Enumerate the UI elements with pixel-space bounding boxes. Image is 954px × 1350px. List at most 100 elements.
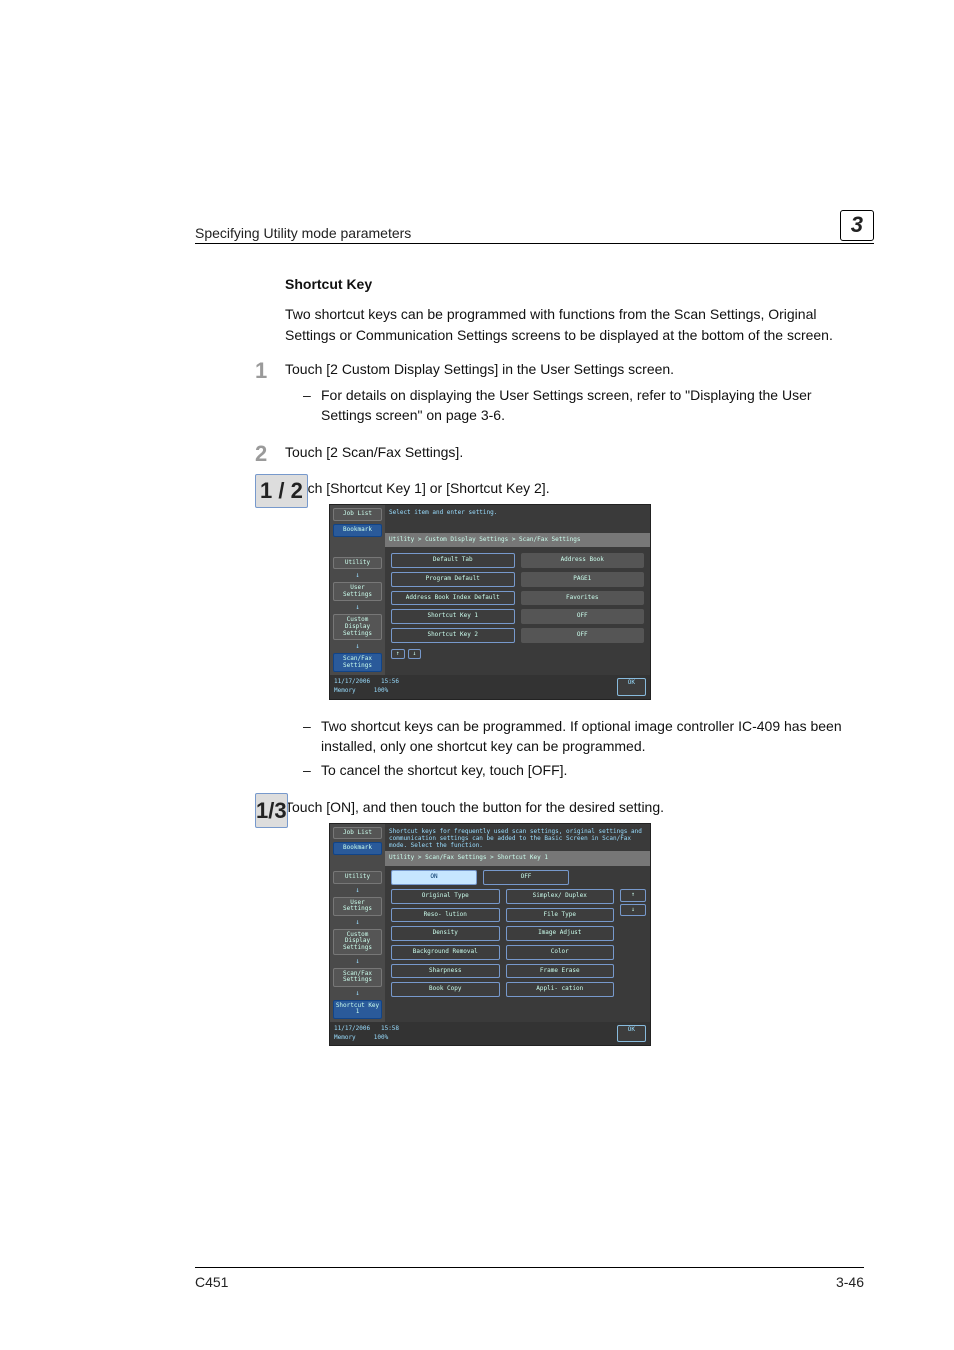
status-date: 11/17/2006 bbox=[334, 678, 370, 685]
bookmark-tab[interactable]: Bookmark bbox=[333, 524, 382, 537]
step: 1 Touch [2 Custom Display Settings] in t… bbox=[285, 359, 864, 426]
option-button[interactable]: Appli- cation bbox=[506, 982, 615, 997]
status-mem: 100% bbox=[374, 687, 388, 694]
dash-icon: – bbox=[303, 716, 321, 757]
page-down-button[interactable]: ↓ bbox=[408, 649, 422, 660]
breadcrumb: Utility > Scan/Fax Settings > Shortcut K… bbox=[385, 851, 650, 866]
nav-item[interactable]: Custom Display Settings bbox=[333, 929, 382, 955]
step-sublist: – For details on displaying the User Set… bbox=[303, 385, 864, 426]
nav-item-current[interactable]: Scan/Fax Settings bbox=[333, 653, 382, 672]
chevron-down-icon: ↓ bbox=[330, 604, 385, 611]
step-sub-text: For details on displaying the User Setti… bbox=[321, 385, 864, 426]
option-button[interactable]: Density bbox=[391, 926, 500, 941]
status-time: 15:58 bbox=[381, 1025, 399, 1032]
nav-item[interactable]: Custom Display Settings bbox=[333, 614, 382, 640]
chevron-down-icon: ↓ bbox=[330, 887, 385, 894]
ok-button[interactable]: OK bbox=[617, 1025, 646, 1042]
section-heading: Shortcut Key bbox=[285, 274, 864, 294]
bookmark-tab[interactable]: Bookmark bbox=[333, 842, 382, 855]
step-text: Touch [2 Scan/Fax Settings]. bbox=[285, 444, 463, 460]
step-text: Touch [2 Custom Display Settings] in the… bbox=[285, 361, 674, 377]
step: 3 Touch [Shortcut Key 1] or [Shortcut Ke… bbox=[285, 478, 864, 781]
option-button[interactable]: Color bbox=[506, 945, 615, 960]
step-number: 1 bbox=[255, 355, 267, 387]
chevron-down-icon: ↓ bbox=[330, 990, 385, 997]
running-title: Specifying Utility mode parameters bbox=[195, 225, 411, 241]
step-list: 1 Touch [2 Custom Display Settings] in t… bbox=[285, 359, 864, 1046]
device-screen: Job List Bookmark Utility ↓ User Setting… bbox=[329, 504, 651, 699]
job-list-tab[interactable]: Job List bbox=[333, 508, 382, 521]
toggle-on-button[interactable]: ON bbox=[391, 870, 477, 885]
option-button[interactable]: Sharpness bbox=[391, 964, 500, 979]
pager: ↑ 1 / 2 ↓ bbox=[385, 645, 650, 664]
option-button[interactable]: Image Adjust bbox=[506, 926, 615, 941]
nav-item[interactable]: Utility bbox=[333, 557, 382, 570]
status-mem: 100% bbox=[374, 1034, 388, 1041]
option-button[interactable]: Original Type bbox=[391, 889, 500, 904]
step-sub: – Two shortcut keys can be programmed. I… bbox=[303, 716, 864, 757]
nav-item-current[interactable]: Shortcut Key 1 bbox=[333, 1000, 382, 1019]
dash-icon: – bbox=[303, 760, 321, 780]
setting-button[interactable]: Shortcut Key 2 bbox=[391, 628, 515, 643]
help-text: Select item and enter setting. bbox=[385, 505, 650, 518]
option-button[interactable]: File Type bbox=[506, 908, 615, 923]
page-indicator: 1/3 bbox=[255, 793, 288, 829]
footer-page: 3-46 bbox=[836, 1274, 864, 1290]
section-intro: Two shortcut keys can be programmed with… bbox=[285, 304, 864, 345]
step-sub-text: To cancel the shortcut key, touch [OFF]. bbox=[321, 760, 567, 780]
step-sub: – To cancel the shortcut key, touch [OFF… bbox=[303, 760, 864, 780]
nav-item[interactable]: User Settings bbox=[333, 582, 382, 601]
side-panel: Job List Bookmark Utility ↓ User Setting… bbox=[330, 505, 385, 675]
option-button[interactable]: Reso- lution bbox=[391, 908, 500, 923]
setting-button[interactable]: Program Default bbox=[391, 572, 515, 587]
ok-button[interactable]: OK bbox=[617, 678, 646, 695]
chevron-down-icon: ↓ bbox=[330, 919, 385, 926]
status-mem-label: Memory bbox=[334, 1034, 356, 1041]
page: Specifying Utility mode parameters 3 Sho… bbox=[0, 0, 954, 1350]
step: 2 Touch [2 Scan/Fax Settings]. bbox=[285, 442, 864, 462]
embedded-screenshot: Job List Bookmark Utility ↓ User Setting… bbox=[329, 504, 864, 699]
status-time: 15:56 bbox=[381, 678, 399, 685]
footer-model: C451 bbox=[195, 1274, 228, 1290]
step-sublist: – Two shortcut keys can be programmed. I… bbox=[303, 716, 864, 781]
setting-button[interactable]: Shortcut Key 1 bbox=[391, 609, 515, 624]
nav-item[interactable]: Scan/Fax Settings bbox=[333, 968, 382, 987]
running-header: Specifying Utility mode parameters 3 bbox=[195, 210, 874, 244]
setting-button[interactable]: Default Tab bbox=[391, 553, 515, 568]
setting-button[interactable]: Address Book Index Default bbox=[391, 591, 515, 606]
page-footer: C451 3-46 bbox=[195, 1267, 864, 1290]
chevron-down-icon: ↓ bbox=[330, 643, 385, 650]
page-up-button[interactable]: ↑ bbox=[620, 889, 646, 902]
breadcrumb: Utility > Custom Display Settings > Scan… bbox=[385, 533, 650, 548]
chevron-down-icon: ↓ bbox=[330, 958, 385, 965]
setting-value: OFF bbox=[521, 628, 645, 643]
step-text: Touch [Shortcut Key 1] or [Shortcut Key … bbox=[285, 480, 550, 496]
status-date: 11/17/2006 bbox=[334, 1025, 370, 1032]
device-screen: Job List Bookmark Utility ↓ User Setting… bbox=[329, 823, 651, 1047]
option-button[interactable]: Book Copy bbox=[391, 982, 500, 997]
body-content: Shortcut Key Two shortcut keys can be pr… bbox=[285, 274, 864, 1046]
setting-value: PAGE1 bbox=[521, 572, 645, 587]
step-number: 2 bbox=[255, 438, 267, 470]
setting-value: Favorites bbox=[521, 591, 645, 606]
embedded-screenshot: Job List Bookmark Utility ↓ User Setting… bbox=[329, 823, 864, 1047]
step-sub-text: Two shortcut keys can be programmed. If … bbox=[321, 716, 864, 757]
setting-value: Address Book bbox=[521, 553, 645, 568]
side-panel: Job List Bookmark Utility ↓ User Setting… bbox=[330, 824, 385, 1022]
status-mem-label: Memory bbox=[334, 687, 356, 694]
step-text: Touch [ON], and then touch the button fo… bbox=[285, 799, 664, 815]
toggle-off-button[interactable]: OFF bbox=[483, 870, 569, 885]
status-bar: 11/17/2006 15:58 Memory 100% OK bbox=[330, 1022, 650, 1045]
page-down-button[interactable]: ↓ bbox=[620, 904, 646, 917]
setting-value: OFF bbox=[521, 609, 645, 624]
option-button[interactable]: Frame Erase bbox=[506, 964, 615, 979]
option-button[interactable]: Background Removal bbox=[391, 945, 500, 960]
nav-item[interactable]: User Settings bbox=[333, 897, 382, 916]
page-up-button[interactable]: ↑ bbox=[391, 649, 405, 660]
option-button[interactable]: Simplex/ Duplex bbox=[506, 889, 615, 904]
step-sub: – For details on displaying the User Set… bbox=[303, 385, 864, 426]
chevron-down-icon: ↓ bbox=[330, 572, 385, 579]
job-list-tab[interactable]: Job List bbox=[333, 827, 382, 840]
chapter-badge: 3 bbox=[840, 210, 874, 241]
nav-item[interactable]: Utility bbox=[333, 871, 382, 884]
